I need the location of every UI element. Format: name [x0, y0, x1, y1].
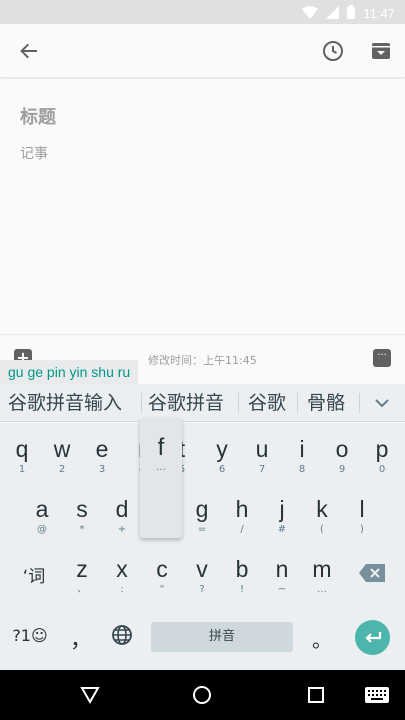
key-x[interactable]: x: — [102, 556, 142, 596]
keyboard-icon — [365, 687, 389, 703]
candidate-3[interactable]: 谷歌 — [248, 388, 286, 418]
clock-icon — [323, 41, 343, 61]
key-popup: f … — [140, 418, 182, 538]
more-icon[interactable]: ··· — [373, 349, 391, 367]
key-e[interactable]: e3 — [82, 436, 122, 476]
key-y[interactable]: y6 — [202, 436, 242, 476]
key-k[interactable]: k( — [302, 496, 342, 536]
nav-back-button[interactable] — [78, 683, 102, 707]
enter-icon — [364, 631, 381, 643]
reminder-button[interactable] — [320, 38, 346, 64]
key-u[interactable]: u7 — [242, 436, 282, 476]
key-w[interactable]: w2 — [42, 436, 82, 476]
globe-icon — [112, 625, 132, 645]
navigation-bar — [0, 670, 405, 720]
backspace-icon — [359, 564, 385, 582]
candidate-divider — [141, 393, 142, 413]
candidate-divider — [297, 393, 298, 413]
note-title-input[interactable]: 标题 — [20, 103, 56, 129]
wifi-icon — [302, 4, 319, 23]
key-i[interactable]: i8 — [282, 436, 322, 476]
key-b[interactable]: b! — [222, 556, 262, 596]
signal-icon — [326, 4, 340, 23]
triangle-back-icon — [80, 687, 100, 704]
back-button[interactable] — [16, 38, 42, 64]
key-o[interactable]: o9 — [322, 436, 362, 476]
archive-button[interactable] — [368, 38, 394, 64]
square-recents-icon — [308, 687, 324, 703]
key-period[interactable]: 。 — [310, 624, 334, 653]
key-h[interactable]: h / — [222, 496, 262, 536]
key-comma[interactable]: ， — [66, 622, 96, 654]
key-d[interactable]: d + — [102, 496, 142, 536]
candidate-divider — [238, 393, 239, 413]
key-s[interactable]: s * — [62, 496, 102, 536]
key-a[interactable]: a @ — [22, 496, 62, 536]
pinyin-composing-text: gu ge pin yin shu ru — [0, 360, 139, 384]
language-key[interactable] — [110, 624, 134, 648]
battery-icon — [347, 4, 356, 23]
candidate-2[interactable]: 谷歌拼音 — [148, 388, 224, 418]
status-bar: 11:47 — [0, 0, 405, 24]
key-m[interactable]: m… — [302, 556, 342, 596]
note-body-input[interactable]: 记事 — [20, 143, 48, 163]
status-time: 11:47 — [363, 6, 395, 21]
candidate-divider — [359, 393, 360, 413]
backspace-key[interactable] — [356, 564, 388, 586]
expand-candidates-button[interactable] — [369, 390, 395, 416]
key-n[interactable]: n ~ — [262, 556, 302, 596]
app-bar — [0, 24, 405, 78]
nav-home-button[interactable] — [190, 683, 214, 707]
enter-key[interactable] — [355, 620, 390, 655]
key-word-separator[interactable]: ‘词 — [14, 562, 54, 587]
space-key[interactable]: 拼音 — [151, 622, 293, 652]
keyboard-switch-button[interactable] — [364, 683, 390, 707]
key-g[interactable]: g = — [182, 496, 222, 536]
screen: 11:47 标题 记事 + 修改时间：上午11:45 ··· gu ge pin… — [0, 0, 405, 720]
arrow-back-icon — [20, 43, 37, 59]
candidate-1[interactable]: 谷歌拼音输入 — [8, 388, 122, 418]
symbols-key[interactable]: ?1☺ — [8, 626, 52, 645]
note-editor: 标题 记事 — [0, 79, 405, 334]
edited-time: 修改时间：上午11:45 — [148, 354, 257, 367]
key-q[interactable]: q1 — [2, 436, 42, 476]
circle-home-icon — [193, 686, 211, 704]
key-z[interactable]: z、 — [62, 556, 102, 596]
nav-recents-button[interactable] — [304, 683, 328, 707]
candidate-bar: 谷歌拼音输入 谷歌拼音 谷歌 骨骼 — [0, 384, 405, 422]
chevron-down-icon — [375, 399, 389, 408]
key-c[interactable]: c " — [142, 556, 182, 596]
key-l[interactable]: l) — [342, 496, 382, 536]
key-p[interactable]: p0 — [362, 436, 402, 476]
candidate-4[interactable]: 骨骼 — [307, 388, 345, 418]
archive-icon — [372, 43, 390, 59]
key-v[interactable]: v? — [182, 556, 222, 596]
key-j[interactable]: j # — [262, 496, 302, 536]
